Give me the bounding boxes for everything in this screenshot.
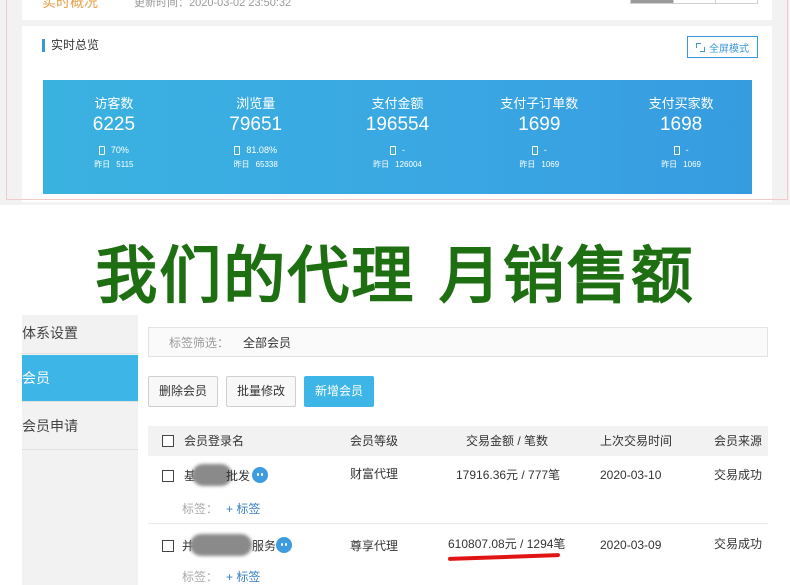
last-trade-time: 2020-03-10 — [600, 468, 662, 482]
select-all-checkbox[interactable] — [162, 435, 174, 447]
sidebar-item-members[interactable]: 会员 — [22, 355, 138, 401]
realtime-overview-section: 实时概况 更新时间：2020-03-02 23:50:32 全部 PC 无线 实… — [0, 0, 790, 205]
add-member-button[interactable]: 新增会员 — [304, 376, 375, 407]
member-level: 财富代理 — [350, 467, 399, 481]
trade-amount: 17916.36元 / 777笔 — [456, 468, 561, 482]
filter-label: 标签筛选： — [169, 335, 230, 350]
add-tag-link[interactable]: + 标签 — [226, 562, 260, 585]
sidebar-item-member-applications[interactable]: 会员申请 — [22, 403, 138, 449]
row-checkbox[interactable] — [162, 470, 174, 482]
table-header: 会员登录名 会员等级 交易金额 / 笔数 上次交易时间 会员来源 — [148, 426, 768, 456]
tag-filter-bar[interactable]: 标签筛选： 全部会员 — [148, 327, 768, 357]
row-checkbox[interactable] — [162, 540, 174, 552]
column-header: 会员等级 — [350, 434, 399, 448]
member-name-suffix: 服务 — [252, 539, 277, 553]
column-header: 上次交易时间 — [600, 434, 673, 448]
banner-headline: 我们的代理 月销售额 — [95, 239, 695, 312]
table-row: 并 服务 尊享代理 610807.08元 / 1294笔 2020-03-09 … — [148, 524, 768, 585]
sidebar-divider — [22, 401, 138, 402]
sidebar-item-system-settings[interactable]: 体系设置 — [22, 315, 138, 353]
tag-label: 标签： — [182, 570, 219, 584]
column-header: 会员登录名 — [184, 434, 245, 448]
batch-edit-button[interactable]: 批量修改 — [226, 376, 297, 407]
wangwang-chat-icon[interactable] — [276, 537, 292, 553]
member-main: 标签筛选： 全部会员 删除会员 批量修改 新增会员 会员登录名 会员等级 交易金… — [138, 315, 790, 585]
page: 实时概况 更新时间：2020-03-02 23:50:32 全部 PC 无线 实… — [0, 0, 790, 585]
sidebar: 体系设置 会员 会员申请 — [22, 315, 138, 585]
sidebar-divider — [22, 449, 138, 450]
tag-label: 标签： — [182, 502, 219, 516]
redacted-name — [190, 534, 252, 556]
member-management-section: 体系设置 会员 会员申请 标签筛选： 全部会员 删除会员 批量修改 新增会员 会… — [0, 315, 790, 585]
promo-banner: 我们的代理 月销售额 — [0, 205, 790, 315]
column-header: 会员来源 — [714, 434, 763, 448]
sidebar-divider — [22, 353, 138, 354]
member-source: 交易成功 — [714, 468, 763, 482]
table-row: 基 批发 财富代理 17916.36元 / 777笔 2020-03-10 交易… — [148, 456, 768, 524]
highlight-outline — [6, 0, 788, 200]
last-trade-time: 2020-03-09 — [600, 538, 662, 552]
filter-value[interactable]: 全部会员 — [243, 334, 291, 351]
member-name-suffix: 批发 — [226, 469, 251, 483]
wangwang-chat-icon[interactable] — [252, 467, 268, 483]
add-tag-link[interactable]: + 标签 — [226, 494, 260, 524]
member-level: 尊享代理 — [350, 539, 399, 553]
delete-member-button[interactable]: 删除会员 — [148, 376, 219, 407]
column-header: 交易金额 / 笔数 — [466, 434, 549, 448]
member-source: 交易成功 — [714, 537, 763, 551]
